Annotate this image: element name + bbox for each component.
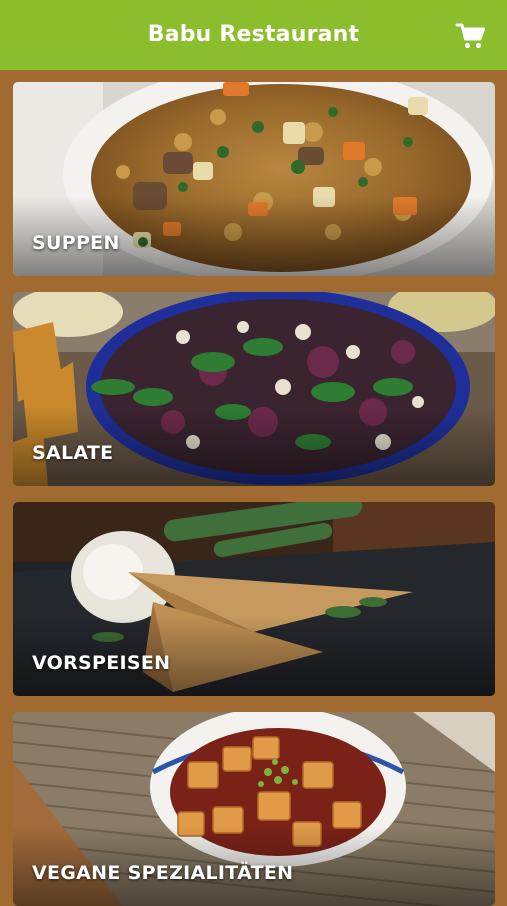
category-label: VEGANE SPEZIALITÄTEN: [32, 862, 294, 884]
shopping-cart-icon: [455, 23, 485, 49]
category-label: SUPPEN: [32, 232, 120, 254]
category-label: SALATE: [32, 442, 114, 464]
category-list: SUPPEN SALATE VORSPEISEN VEGANE SPEZIALI…: [0, 70, 507, 906]
app-header: Babu Restaurant: [0, 0, 507, 70]
category-card-suppen[interactable]: SUPPEN: [13, 82, 495, 276]
category-label: VORSPEISEN: [32, 652, 171, 674]
category-card-salate[interactable]: SALATE: [13, 292, 495, 486]
cart-button[interactable]: [455, 20, 487, 52]
app-title: Babu Restaurant: [147, 21, 360, 47]
category-card-vegane-spezialitaeten[interactable]: VEGANE SPEZIALITÄTEN: [13, 712, 495, 906]
category-card-vorspeisen[interactable]: VORSPEISEN: [13, 502, 495, 696]
